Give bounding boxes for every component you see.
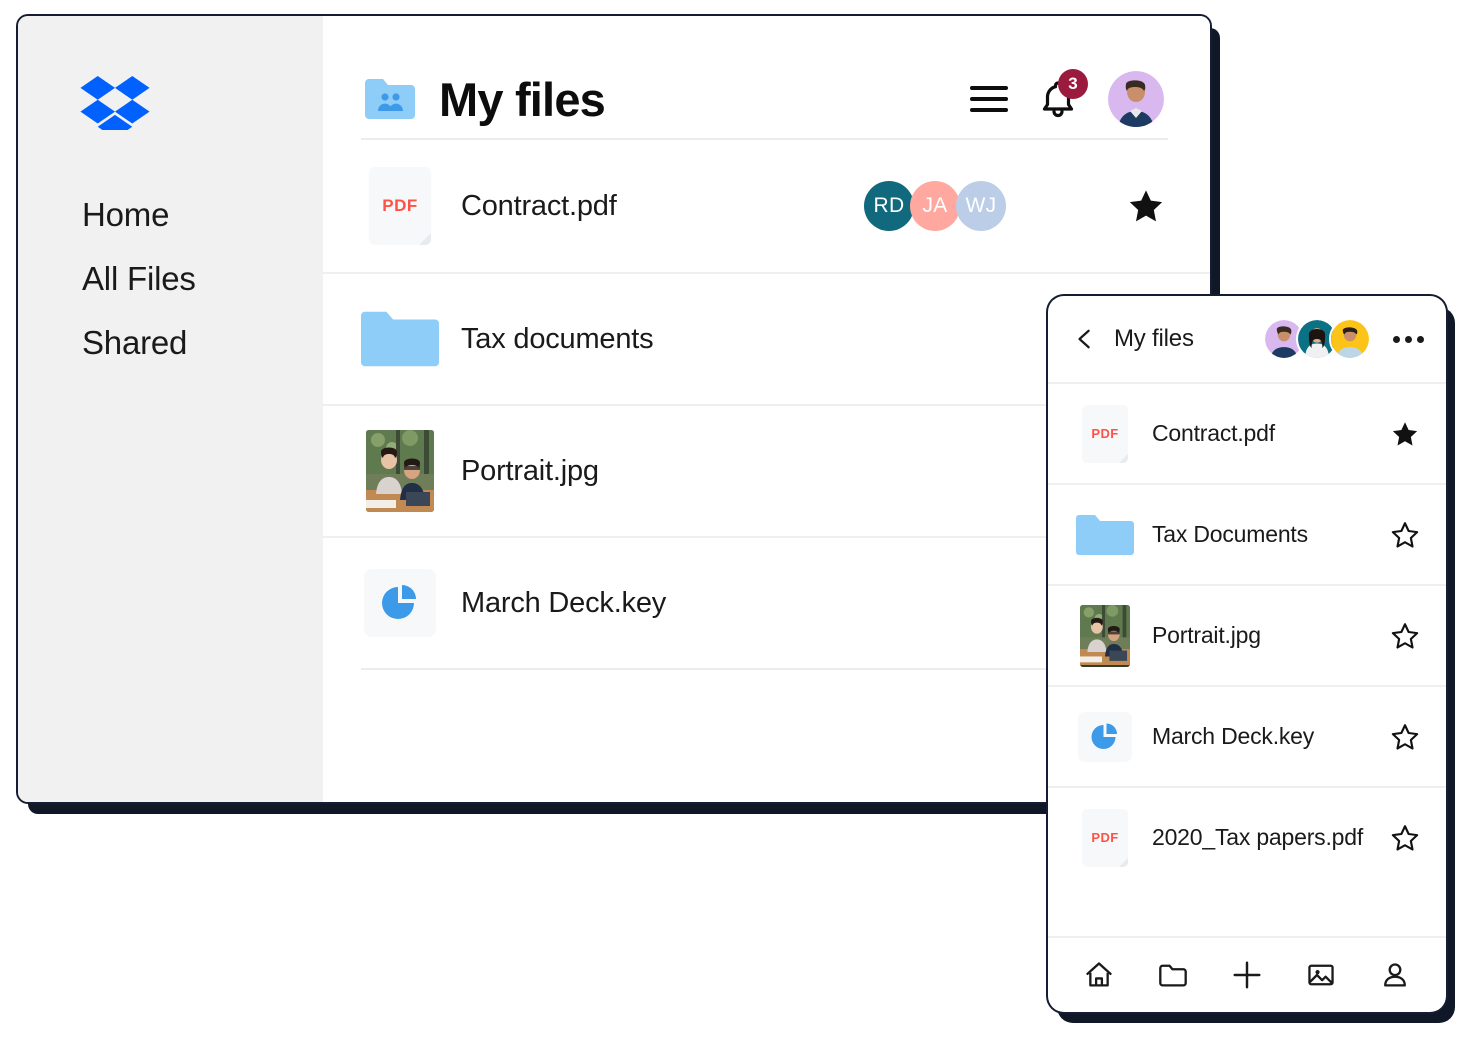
hamburger-menu-icon[interactable] xyxy=(970,86,1008,112)
file-name: Portrait.jpg xyxy=(1152,622,1261,649)
sidebar-item-shared[interactable]: Shared xyxy=(82,326,323,359)
pdf-file-icon: PDF xyxy=(1082,405,1128,463)
file-icon-slot xyxy=(1072,712,1138,762)
page-title: My files xyxy=(439,76,605,123)
file-icon-slot xyxy=(361,569,439,637)
image-thumbnail xyxy=(1080,605,1130,667)
notification-bell-icon[interactable]: 3 xyxy=(1036,77,1080,121)
user-avatar[interactable] xyxy=(1108,71,1164,127)
mobile-app-window: My files xyxy=(1048,296,1446,1012)
avatar-initials-rd[interactable]: RD xyxy=(864,181,914,231)
keynote-file-icon xyxy=(364,569,436,637)
tab-create[interactable] xyxy=(1224,952,1270,998)
file-name: Contract.pdf xyxy=(1152,420,1275,447)
mobile-file-list: PDF Contract.pdf Tax Documents xyxy=(1048,382,1446,936)
tab-home[interactable] xyxy=(1076,952,1122,998)
pdf-file-icon: PDF xyxy=(1082,809,1128,867)
mobile-file-row-tax-documents[interactable]: Tax Documents xyxy=(1048,483,1446,584)
keynote-file-icon xyxy=(1078,712,1132,762)
mobile-file-row-contract[interactable]: PDF Contract.pdf xyxy=(1048,382,1446,483)
mobile-page-title: My files xyxy=(1114,325,1194,353)
tab-photos[interactable] xyxy=(1298,952,1344,998)
star-filled-icon[interactable] xyxy=(1124,186,1168,226)
tab-account[interactable] xyxy=(1372,952,1418,998)
file-icon-slot xyxy=(1072,512,1138,558)
sidebar-item-all-files[interactable]: All Files xyxy=(82,262,323,295)
image-thumbnail xyxy=(366,430,434,512)
file-name: Tax documents xyxy=(461,323,653,356)
star-outline-icon[interactable] xyxy=(1388,621,1422,651)
file-icon-slot xyxy=(361,307,439,371)
pdf-icon-label: PDF xyxy=(1091,830,1118,845)
more-options-icon[interactable] xyxy=(1393,336,1424,343)
mobile-tab-bar xyxy=(1048,936,1446,1012)
tab-files[interactable] xyxy=(1150,952,1196,998)
list-bottom-divider xyxy=(361,668,1168,670)
star-filled-icon[interactable] xyxy=(1388,419,1422,449)
file-icon-slot: PDF xyxy=(361,167,439,245)
pdf-icon-label: PDF xyxy=(382,196,418,216)
avatar-initials-ja[interactable]: JA xyxy=(910,181,960,231)
notification-badge: 3 xyxy=(1058,69,1088,99)
pdf-file-icon: PDF xyxy=(369,167,431,245)
star-outline-icon[interactable] xyxy=(1388,520,1422,550)
star-outline-icon[interactable] xyxy=(1388,722,1422,752)
mobile-file-row-portrait[interactable]: Portrait.jpg xyxy=(1048,584,1446,685)
dropbox-logo-icon[interactable] xyxy=(80,76,150,130)
mobile-file-row-march-deck[interactable]: March Deck.key xyxy=(1048,685,1446,786)
sidebar-nav: Home All Files Shared xyxy=(18,198,323,359)
folder-icon xyxy=(361,307,439,371)
file-name: March Deck.key xyxy=(1152,723,1314,750)
avatar-member-3[interactable] xyxy=(1329,318,1371,360)
file-name: 2020_Tax papers.pdf xyxy=(1152,824,1363,851)
mobile-avatar-group[interactable] xyxy=(1263,318,1371,360)
header-actions: 3 xyxy=(970,71,1164,127)
mobile-file-row-2020-tax-papers[interactable]: PDF 2020_Tax papers.pdf xyxy=(1048,786,1446,887)
folder-icon xyxy=(1076,512,1134,558)
shared-avatar-stack[interactable]: RD JA WJ xyxy=(864,181,1006,231)
sidebar-item-home[interactable]: Home xyxy=(82,198,323,231)
file-icon-slot xyxy=(1072,605,1138,667)
pdf-icon-label: PDF xyxy=(1091,426,1118,441)
main-header: My files 3 xyxy=(323,16,1210,138)
star-outline-icon[interactable] xyxy=(1388,823,1422,853)
file-name: March Deck.key xyxy=(461,587,666,620)
file-icon-slot xyxy=(361,430,439,512)
desktop-app-window: Home All Files Shared My files xyxy=(18,16,1210,802)
chevron-left-icon[interactable] xyxy=(1074,328,1096,350)
file-row-actions: RD JA WJ xyxy=(864,181,1168,231)
file-row-contract[interactable]: PDF Contract.pdf RD JA WJ xyxy=(323,140,1210,272)
file-name: Tax Documents xyxy=(1152,521,1308,548)
file-name: Portrait.jpg xyxy=(461,455,599,488)
file-icon-slot: PDF xyxy=(1072,405,1138,463)
screenshot-stage: Home All Files Shared My files xyxy=(0,0,1473,1052)
avatar-initials-wj[interactable]: WJ xyxy=(956,181,1006,231)
shared-folder-icon xyxy=(363,75,417,123)
sidebar: Home All Files Shared xyxy=(18,16,323,802)
file-name: Contract.pdf xyxy=(461,190,617,223)
mobile-header: My files xyxy=(1048,296,1446,382)
file-icon-slot: PDF xyxy=(1072,809,1138,867)
